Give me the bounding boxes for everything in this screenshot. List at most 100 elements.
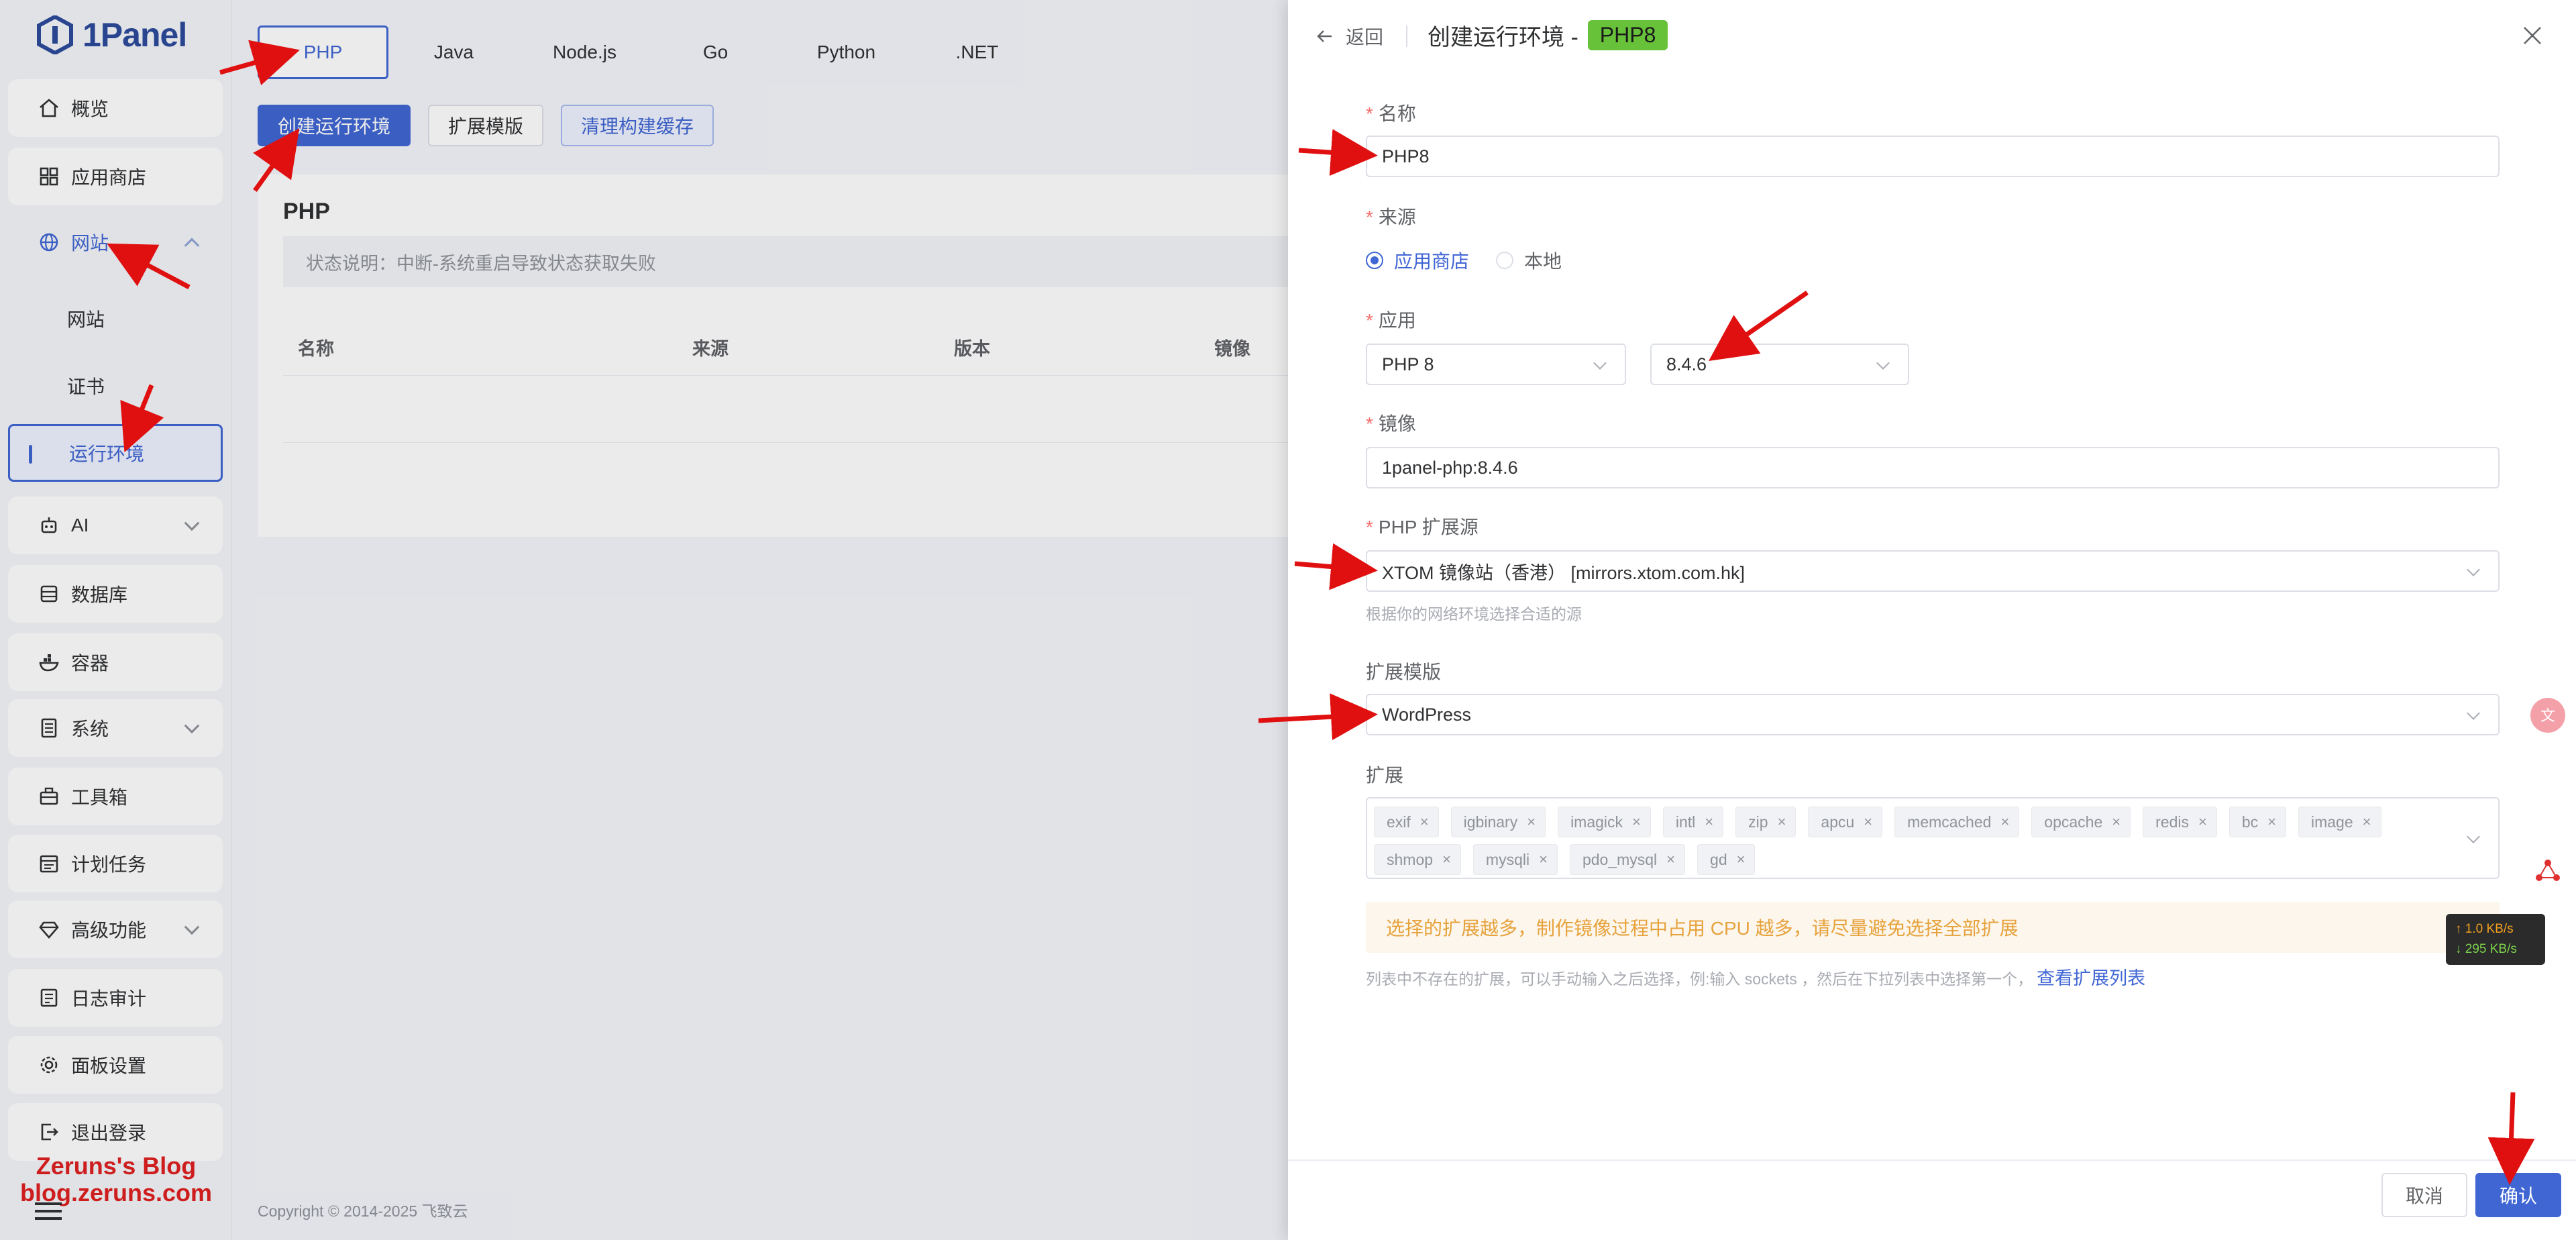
tag-remove-icon[interactable]: ×	[1737, 851, 1746, 868]
tab-go[interactable]: Go	[650, 25, 781, 79]
app-select[interactable]: PHP 8	[1366, 344, 1626, 385]
sidebar-item-website[interactable]: 网站	[8, 213, 223, 271]
extension-template-button[interactable]: 扩展模版	[428, 105, 544, 146]
version-select[interactable]: 8.4.6	[1650, 344, 1909, 385]
tag-remove-icon[interactable]: ×	[2267, 813, 2276, 831]
diamond-icon	[39, 921, 59, 939]
cancel-button[interactable]: 取消	[2381, 1173, 2468, 1217]
runtime-card: PHP 状态说明：中断-系统重启导致状态获取失败 名称 来源 版本 镜像	[258, 174, 1288, 537]
create-runtime-button[interactable]: 创建运行环境	[258, 105, 411, 146]
hamburger-menu-icon[interactable]	[35, 1201, 62, 1221]
tag-remove-icon[interactable]: ×	[2363, 813, 2371, 831]
server-icon	[41, 718, 57, 738]
blog-watermark: Zeruns's Blog blog.zeruns.com	[19, 1152, 213, 1206]
extension-tag: memcached ×	[1894, 807, 2020, 837]
runtime-name-badge: PHP8	[1587, 20, 1668, 50]
logo-icon	[37, 15, 73, 54]
tag-remove-icon[interactable]: ×	[1666, 851, 1675, 868]
sidebar-subitem-certificate[interactable]: 证书	[8, 357, 223, 415]
extension-tag: opcache ×	[2031, 807, 2131, 837]
sidebar-item-audit-log[interactable]: 日志审计	[8, 969, 223, 1027]
clear-build-cache-button[interactable]: 清理构建缓存	[561, 105, 714, 146]
name-input[interactable]: PHP8	[1366, 136, 2500, 177]
extension-tag: exif ×	[1374, 807, 1439, 837]
logo[interactable]: 1Panel	[37, 13, 187, 56]
sidebar-item-cron[interactable]: 计划任务	[8, 835, 223, 892]
chevron-down-icon	[1876, 356, 1890, 370]
back-button[interactable]: 返回	[1316, 23, 1383, 50]
home-icon	[40, 99, 58, 117]
tag-remove-icon[interactable]: ×	[2112, 813, 2121, 831]
tag-remove-icon[interactable]: ×	[1539, 851, 1548, 868]
extension-tag: igbinary ×	[1450, 807, 1546, 837]
sidebar-item-ai[interactable]: AI	[8, 497, 223, 554]
tab-dotnet[interactable]: .NET	[912, 25, 1042, 79]
robot-icon	[41, 517, 57, 533]
extension-tag: bc ×	[2229, 807, 2286, 837]
image-input[interactable]: 1panel-php:8.4.6	[1366, 447, 2500, 488]
tag-remove-icon[interactable]: ×	[1705, 813, 1713, 831]
sidebar-item-overview[interactable]: 概览	[8, 79, 223, 137]
sidebar-subitem-runtime[interactable]: 运行环境	[8, 424, 223, 482]
ext-source-label: * PHP 扩展源	[1366, 517, 1479, 537]
database-icon	[40, 585, 58, 603]
extensions-hint: 列表中不存在的扩展，可以手动输入之后选择，例:输入 sockets ，然后在下拉…	[1366, 968, 2146, 988]
ext-template-label: 扩展模版	[1366, 662, 1442, 682]
tag-remove-icon[interactable]: ×	[1527, 813, 1536, 831]
source-radio-local[interactable]: 本地	[1496, 247, 1562, 274]
tab-java[interactable]: Java	[388, 25, 519, 79]
extensions-multiselect[interactable]: exif × igbinary × imagick × intl × zip × apcu × memc…	[1366, 797, 2500, 879]
tag-remove-icon[interactable]: ×	[1778, 813, 1786, 831]
tag-remove-icon[interactable]: ×	[2000, 813, 2009, 831]
extension-tag: pdo_mysql ×	[1569, 844, 1686, 875]
extension-tag: image ×	[2298, 807, 2381, 837]
tab-python[interactable]: Python	[781, 25, 912, 79]
tag-remove-icon[interactable]: ×	[2198, 813, 2207, 831]
logout-icon	[41, 1123, 58, 1141]
tag-remove-icon[interactable]: ×	[1632, 813, 1641, 831]
ext-template-select[interactable]: WordPress	[1366, 694, 2500, 735]
network-float-icon[interactable]	[2529, 854, 2567, 891]
svg-text:文: 文	[2540, 708, 2555, 725]
tag-remove-icon[interactable]: ×	[1420, 813, 1429, 831]
source-radio-app-store[interactable]: 应用商店	[1366, 247, 1469, 274]
main-content: PHP Java Node.js Go Python .NET 创建运行环境 扩…	[232, 0, 1288, 1240]
drawer-title: 创建运行环境 - PHP8	[1428, 19, 1668, 52]
sidebar-item-system[interactable]: 系统	[8, 699, 223, 757]
sidebar-subitem-website[interactable]: 网站	[8, 290, 223, 348]
tab-php[interactable]: PHP	[258, 25, 388, 79]
sidebar-item-toolbox[interactable]: 工具箱	[8, 768, 223, 825]
close-icon[interactable]	[2521, 24, 2544, 47]
tab-nodejs[interactable]: Node.js	[519, 25, 650, 79]
sidebar-item-app-store[interactable]: 应用商店	[8, 148, 223, 205]
drawer-footer: 取消 确认	[1288, 1159, 2576, 1240]
ext-source-select[interactable]: XTOM 镜像站（香港） [mirrors.xtom.com.hk]	[1366, 550, 2500, 592]
column-image: 镜像	[1214, 339, 1250, 359]
extensions-label: 扩展	[1366, 765, 1404, 786]
translate-float-icon[interactable]: 文	[2529, 696, 2567, 734]
card-title: PHP	[283, 199, 330, 224]
brand-name: 1Panel	[83, 16, 187, 54]
sidebar-item-advanced[interactable]: 高级功能	[8, 900, 223, 958]
chevron-down-icon	[184, 919, 200, 935]
extension-tag: shmop ×	[1374, 844, 1461, 875]
toolbar: 创建运行环境 扩展模版 清理构建缓存	[258, 105, 714, 146]
extension-tag: intl ×	[1662, 807, 1724, 837]
toolbox-icon	[40, 787, 58, 805]
arrow-left-icon	[1317, 30, 1332, 42]
extension-tag: mysqli ×	[1472, 844, 1558, 875]
column-version: 版本	[954, 339, 990, 359]
sidebar-item-panel-settings[interactable]: 面板设置	[8, 1036, 223, 1094]
view-extension-list-link[interactable]: 查看扩展列表	[2037, 968, 2145, 988]
runtime-tabs: PHP Java Node.js Go Python .NET	[258, 25, 1042, 79]
tag-remove-icon[interactable]: ×	[1442, 851, 1451, 868]
sidebar-item-database[interactable]: 数据库	[8, 565, 223, 623]
sidebar-item-container[interactable]: 容器	[8, 633, 223, 691]
confirm-button[interactable]: 确认	[2475, 1173, 2562, 1217]
tag-remove-icon[interactable]: ×	[1864, 813, 1872, 831]
grid-icon	[40, 167, 58, 186]
network-speed-widget: ↑ 1.0 KB/s ↓ 295 KB/s	[2446, 914, 2545, 965]
image-label: * 镜像	[1366, 413, 1416, 434]
copyright: Copyright © 2014-2025 飞致云	[258, 1202, 468, 1220]
extension-tags: exif × igbinary × imagick × intl × zip × apcu × memc…	[1374, 807, 2458, 875]
